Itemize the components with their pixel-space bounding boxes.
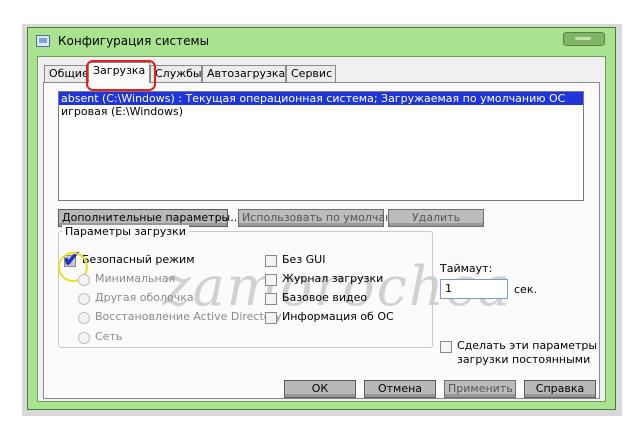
msconfig-app-icon	[36, 35, 50, 47]
make-permanent-label-line1: Сделать эти параметры	[457, 339, 598, 352]
help-button[interactable]: Справка	[524, 380, 596, 398]
tab-boot[interactable]: Загрузка	[88, 62, 150, 83]
dialog-client-area: Общие Загрузка Службы Автозагрузка Серви…	[37, 56, 606, 402]
os-info-checkbox[interactable]	[265, 312, 277, 324]
network-radio[interactable]	[78, 332, 90, 344]
safe-boot-label: Безопасный режим	[82, 253, 195, 266]
window-title: Конфигурация системы	[58, 34, 210, 48]
set-default-button[interactable]: Использовать по умолчанию	[238, 209, 409, 227]
tab-startup[interactable]: Автозагрузка	[202, 65, 286, 82]
boot-tab-panel: absent (C:\Windows) : Текущая операционн…	[43, 82, 600, 399]
os-list-item-gaming[interactable]: игровая (E:\Windows)	[59, 105, 583, 118]
minimal-label: Минимальная	[95, 272, 176, 285]
os-list-item-current[interactable]: absent (C:\Windows) : Текущая операционн…	[59, 92, 583, 105]
ok-button[interactable]: ОК	[284, 380, 356, 398]
close-button[interactable]	[563, 32, 605, 46]
tab-tools[interactable]: Сервис	[286, 65, 336, 82]
alternate-shell-radio[interactable]	[78, 293, 90, 305]
minimal-radio[interactable]	[78, 274, 90, 286]
boot-log-label: Журнал загрузки	[282, 272, 384, 285]
tab-services[interactable]: Службы	[150, 65, 202, 82]
delete-button[interactable]: Удалить	[388, 209, 484, 227]
base-video-label: Базовое видео	[282, 291, 368, 304]
make-permanent-checkbox[interactable]	[440, 341, 452, 353]
ad-repair-label: Восстановление Active Directory	[95, 310, 282, 323]
base-video-checkbox[interactable]	[265, 293, 277, 305]
network-label: Сеть	[95, 330, 123, 343]
ad-repair-radio[interactable]	[78, 312, 90, 324]
apply-button[interactable]: Применить	[444, 380, 516, 398]
os-list[interactable]: absent (C:\Windows) : Текущая операционн…	[58, 91, 584, 201]
boot-log-checkbox[interactable]	[265, 274, 277, 286]
alternate-shell-label: Другая оболочка	[95, 291, 194, 304]
os-info-label: Информация об ОС	[282, 310, 394, 323]
tab-general[interactable]: Общие	[44, 65, 89, 82]
no-gui-label: Без GUI	[282, 253, 326, 266]
make-permanent-label-line2: загрузки постоянными	[457, 353, 591, 366]
system-config-window: Конфигурация системы Общие Загрузка Служ…	[27, 27, 616, 410]
boot-options-title: Параметры загрузки	[62, 225, 189, 238]
cancel-button[interactable]: Отмена	[364, 380, 436, 398]
no-gui-checkbox[interactable]	[265, 255, 277, 267]
timeout-input[interactable]: 1	[440, 279, 508, 299]
title-bar[interactable]: Конфигурация системы	[28, 28, 615, 54]
timeout-unit: сек.	[514, 283, 537, 296]
timeout-label: Таймаут:	[440, 262, 493, 275]
